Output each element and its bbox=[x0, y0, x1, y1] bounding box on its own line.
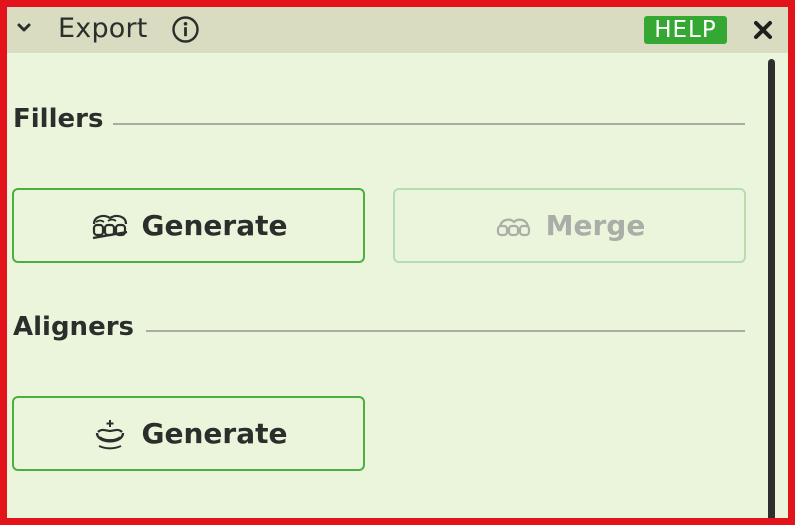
panel-title: Export bbox=[58, 13, 148, 44]
fillers-generate-label: Generate bbox=[141, 209, 288, 242]
fillers-merge-button[interactable]: Merge bbox=[393, 188, 746, 263]
info-icon[interactable] bbox=[171, 15, 200, 44]
filler-generate-icon bbox=[92, 214, 127, 239]
fillers-merge-label: Merge bbox=[545, 209, 646, 242]
aligners-section-divider bbox=[146, 330, 745, 332]
aligner-generate-icon bbox=[95, 419, 124, 449]
fillers-generate-button[interactable]: Generate bbox=[12, 188, 365, 263]
panel-header: Export HELP bbox=[7, 7, 788, 53]
close-icon[interactable] bbox=[751, 18, 775, 42]
aligners-generate-label: Generate bbox=[141, 417, 288, 450]
help-button[interactable]: HELP bbox=[644, 16, 727, 44]
chevron-down-icon[interactable] bbox=[16, 20, 32, 36]
fillers-section-divider bbox=[113, 123, 745, 125]
aligners-section-title: Aligners bbox=[13, 312, 134, 342]
export-panel: Export HELP Fillers Generate Merge Align… bbox=[0, 0, 795, 525]
fillers-section-title: Fillers bbox=[13, 104, 104, 134]
filler-merge-icon bbox=[496, 218, 530, 236]
aligners-generate-button[interactable]: Generate bbox=[12, 396, 365, 471]
scrollbar[interactable] bbox=[768, 59, 775, 518]
